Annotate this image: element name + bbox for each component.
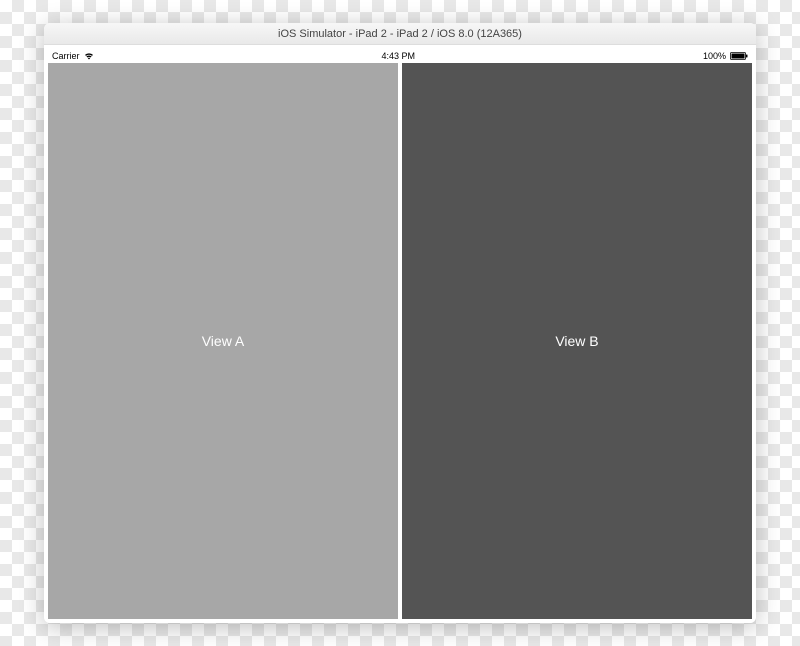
carrier-label: Carrier bbox=[52, 51, 80, 61]
device-screen: Carrier 4:43 PM 100% bbox=[44, 45, 756, 623]
view-a-panel[interactable]: View A bbox=[48, 63, 398, 619]
status-bar-right: 100% bbox=[703, 51, 748, 61]
battery-icon bbox=[730, 52, 748, 60]
battery-percent-label: 100% bbox=[703, 51, 726, 61]
view-b-label: View B bbox=[555, 333, 598, 349]
ios-status-bar: Carrier 4:43 PM 100% bbox=[48, 49, 752, 63]
simulator-window: iOS Simulator - iPad 2 - iPad 2 / iOS 8.… bbox=[44, 23, 756, 623]
split-content-area: View A View B bbox=[48, 63, 752, 619]
window-titlebar[interactable]: iOS Simulator - iPad 2 - iPad 2 / iOS 8.… bbox=[44, 23, 756, 45]
view-b-panel[interactable]: View B bbox=[402, 63, 752, 619]
view-a-label: View A bbox=[202, 333, 245, 349]
status-bar-time: 4:43 PM bbox=[381, 51, 415, 61]
wifi-icon bbox=[84, 52, 94, 60]
status-bar-left: Carrier bbox=[52, 51, 94, 61]
window-title-text: iOS Simulator - iPad 2 - iPad 2 / iOS 8.… bbox=[278, 28, 522, 40]
